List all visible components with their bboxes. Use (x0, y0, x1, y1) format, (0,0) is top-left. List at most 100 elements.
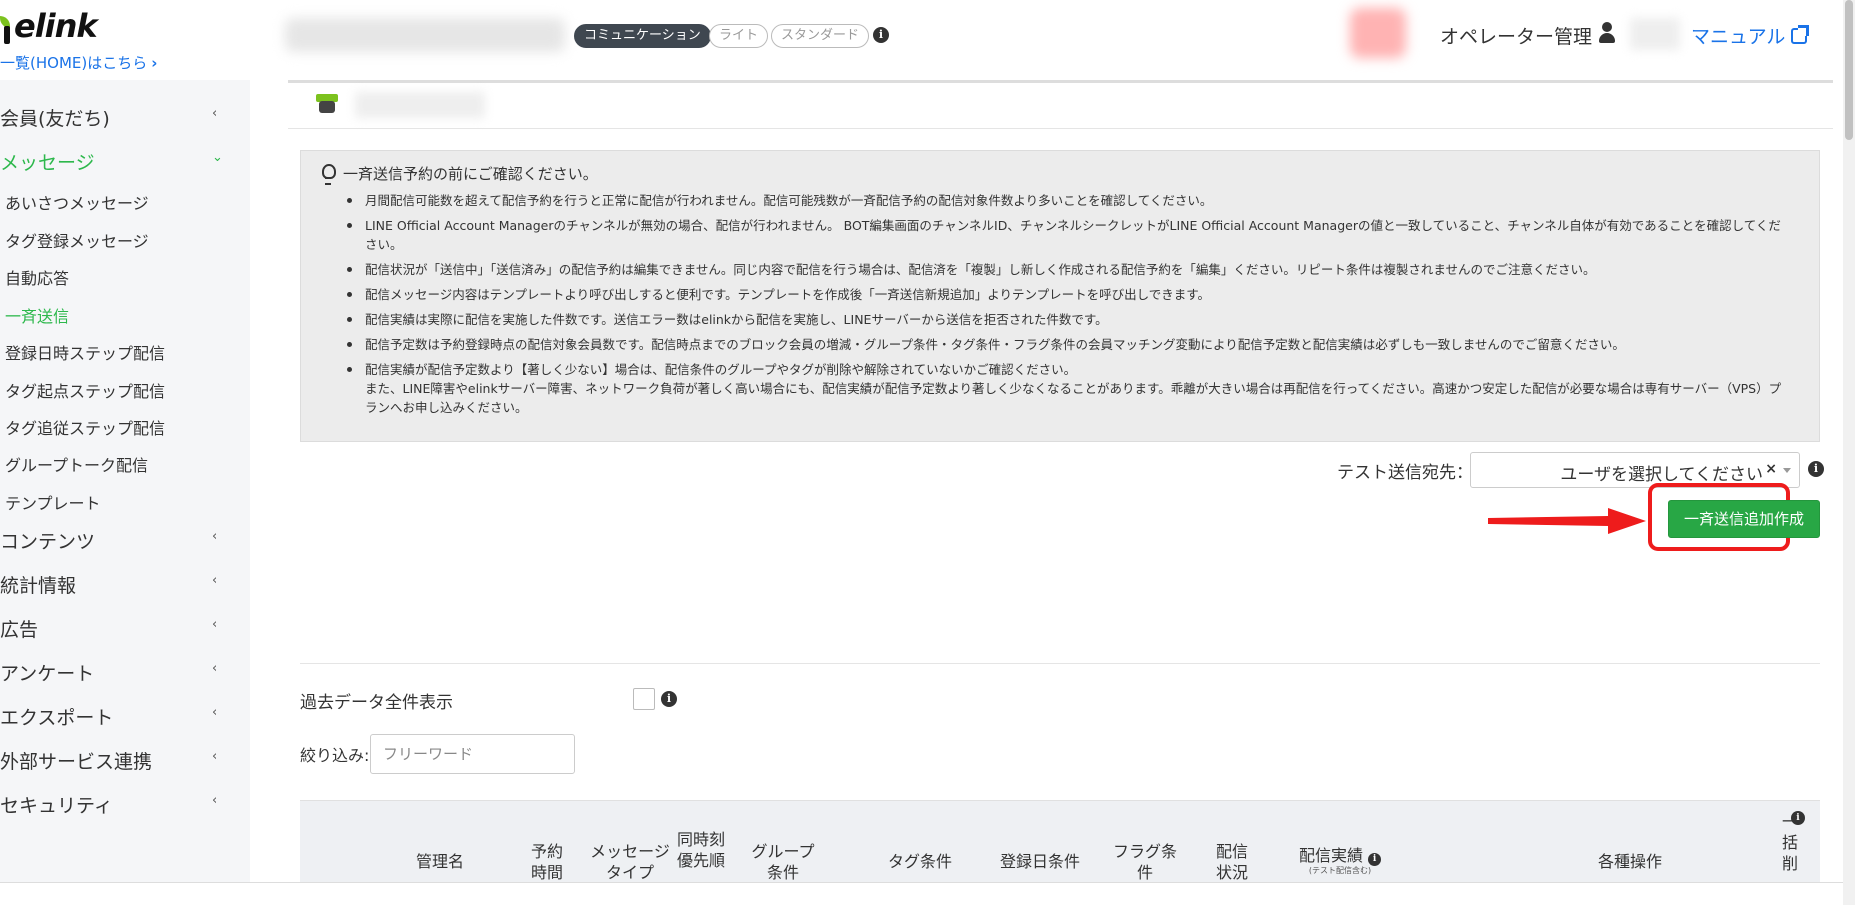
sidebar-subitem-tag-start-step[interactable]: タグ起点ステップ配信 (5, 378, 165, 402)
elink-logo[interactable]: elink (0, 7, 98, 45)
test-send-placeholder: ユーザを選択してください (1560, 465, 1763, 485)
account-name-redacted (285, 18, 565, 52)
sidebar-item-label: 外部サービス連携 (0, 751, 153, 773)
notice-title: 一斉送信予約の前にご確認ください。 (321, 163, 598, 185)
column-header-reservation-time[interactable]: 予約時間 (525, 841, 569, 883)
info-icon[interactable]: i (1791, 811, 1805, 825)
notice-list: 月間配信可能数を超えて配信予約を行うと正常に配信が行われません。配信可能残数が一… (343, 191, 1793, 423)
sidebar-subitem-tag-register[interactable]: タグ登録メッセージ (5, 228, 149, 252)
column-header-registration-condition[interactable]: 登録日条件 (995, 851, 1085, 872)
notice-item: 配信実績は実際に配信を実施した件数です。送信エラー数はelinkから配信を実施し… (343, 310, 1793, 329)
home-link-label: 一覧(HOME)はこちら (0, 54, 148, 72)
logo-text: elink (14, 7, 98, 45)
sidebar-subitem-template[interactable]: テンプレート (5, 490, 101, 514)
sidebar-subitem-auto-reply[interactable]: 自動応答 (5, 265, 69, 289)
main-content: 一斉送信予約の前にご確認ください。 月間配信可能数を超えて配信予約を行うと正常に… (250, 80, 1855, 905)
notice-item: 配信予定数は予約登録時点の配信対象会員数です。配信時点までのブロック会員の増減・… (343, 335, 1793, 354)
column-header-actions[interactable]: 各種操作 (1570, 851, 1690, 872)
annotation-arrow-icon (1488, 508, 1646, 534)
sidebar-item-ads[interactable]: 広告 ‹ (0, 615, 240, 642)
chevron-left-icon: ‹ (212, 749, 218, 764)
notice-item: 配信実績が配信予定数より【著しく少ない】場合は、配信条件のグループやタグが削除や… (343, 360, 1793, 417)
column-header-message-type[interactable]: メッセージタイプ (590, 841, 670, 883)
column-header-name[interactable]: 管理名 (380, 851, 500, 872)
sidebar-item-members[interactable]: 会員(友だち) ‹ (0, 104, 240, 131)
column-header-delivery-status[interactable]: 配信状況 (1210, 841, 1254, 883)
bot-icon (316, 94, 338, 114)
sidebar-subitem-group-talk[interactable]: グループトーク配信 (5, 452, 148, 476)
user-icon[interactable] (1598, 22, 1616, 44)
sidebar-item-survey[interactable]: アンケート ‹ (0, 659, 240, 686)
sidebar-item-external-services[interactable]: 外部サービス連携 ‹ (0, 747, 240, 774)
past-data-checkbox[interactable] (633, 688, 655, 710)
plan-badge-lite: ライト (709, 24, 769, 48)
sidebar-item-label: セキュリティ (0, 795, 113, 817)
notice-item: LINE Official Account Managerのチャンネルが無効の場… (343, 216, 1793, 254)
scrollbar-thumb[interactable] (1845, 0, 1853, 140)
column-header-group-condition[interactable]: グループ条件 (750, 841, 816, 883)
notice-box: 一斉送信予約の前にご確認ください。 月間配信可能数を超えて配信予約を行うと正常に… (300, 150, 1820, 442)
sidebar-subitem-tag-follow-step[interactable]: タグ追従ステップ配信 (5, 415, 165, 439)
column-header-delivery-results[interactable]: 配信実績 i (テスト配信含む) (1280, 845, 1400, 876)
status-redacted (1350, 8, 1406, 58)
info-icon[interactable]: i (661, 691, 677, 707)
chevron-left-icon: ‹ (212, 705, 218, 720)
sidebar-item-contents[interactable]: コンテンツ ‹ (0, 527, 240, 554)
chevron-left-icon: ‹ (212, 617, 218, 632)
sidebar-item-export[interactable]: エクスポート ‹ (0, 703, 240, 730)
sidebar-item-label: コンテンツ (0, 531, 96, 553)
page-scrollbar[interactable] (1843, 0, 1855, 905)
sidebar-subitem-broadcast[interactable]: 一斉送信 (5, 303, 69, 327)
info-icon[interactable]: i (1808, 461, 1824, 477)
divider (288, 80, 1833, 83)
column-header-tag-condition[interactable]: タグ条件 (875, 851, 965, 872)
plan-badge-communication: コミュニケーション (574, 24, 711, 48)
external-link-icon (1791, 25, 1810, 44)
logo-mark-icon (0, 12, 14, 44)
column-header-label: 配信実績 (1298, 846, 1363, 865)
chevron-left-icon: ‹ (212, 106, 218, 121)
sidebar-item-label: 会員(友だち) (0, 108, 110, 130)
notice-item: 月間配信可能数を超えて配信予約を行うと正常に配信が行われません。配信可能残数が一… (343, 191, 1793, 210)
bottom-bar (0, 882, 1855, 905)
add-broadcast-button[interactable]: 一斉送信追加作成 (1668, 500, 1820, 538)
filter-input[interactable] (370, 734, 575, 774)
sidebar-item-security[interactable]: セキュリティ ‹ (0, 791, 240, 818)
sidebar-item-statistics[interactable]: 統計情報 ‹ (0, 571, 240, 598)
clear-icon[interactable]: × (1765, 461, 1777, 477)
info-icon[interactable]: i (873, 27, 889, 43)
sidebar-item-label: メッセージ (0, 152, 95, 174)
sidebar-item-label: エクスポート (0, 707, 114, 729)
sidebar-item-message[interactable]: メッセージ ⌄ (0, 148, 240, 175)
chevron-right-icon: › (151, 54, 158, 72)
info-icon[interactable]: i (1368, 853, 1382, 866)
column-header-priority[interactable]: 同時刻優先順 (675, 829, 727, 871)
past-data-label: 過去データ全件表示 (300, 693, 453, 713)
sidebar-item-label: 広告 (0, 619, 39, 641)
chevron-down-icon: ⌄ (212, 150, 223, 165)
divider (300, 663, 1820, 664)
manual-label: マニュアル (1691, 26, 1786, 48)
sidebar-subitem-greeting[interactable]: あいさつメッセージ (5, 190, 149, 214)
notice-item-line: 配信実績が配信予定数より【著しく少ない】場合は、配信条件のグループやタグが削除や… (365, 362, 1077, 377)
manual-link[interactable]: マニュアル (1691, 22, 1810, 49)
chevron-left-icon: ‹ (212, 529, 218, 544)
sidebar-item-label: アンケート (0, 663, 95, 685)
notice-item: 配信メッセージ内容はテンプレートより呼び出しすると便利です。テンプレートを作成後… (343, 285, 1793, 304)
home-link[interactable]: 一覧(HOME)はこちら › (0, 52, 157, 73)
sidebar-subitem-date-step[interactable]: 登録日時ステップ配信 (5, 340, 165, 364)
sidebar: 会員(友だち) ‹ メッセージ ⌄ あいさつメッセージ タグ登録メッセージ 自動… (0, 80, 250, 905)
notice-title-text: 一斉送信予約の前にご確認ください。 (343, 165, 598, 183)
caret-down-icon (1783, 468, 1791, 473)
header: elink 一覧(HOME)はこちら › コミュニケーション ライト スタンダード… (0, 0, 1855, 80)
bot-name-redacted (355, 92, 485, 118)
test-send-label: テスト送信宛先： (1337, 463, 1473, 483)
column-header-flag-condition[interactable]: フラグ条件 (1110, 841, 1180, 883)
operator-management-link[interactable]: オペレーター管理 (1440, 22, 1592, 49)
lightbulb-icon (321, 164, 336, 185)
plan-badge-standard: スタンダード (771, 24, 870, 48)
user-name-redacted (1630, 18, 1680, 50)
notice-item: 配信状況が「送信中」「送信済み」の配信予約は編集できません。同じ内容で配信を行う… (343, 260, 1793, 279)
sidebar-item-label: 統計情報 (0, 575, 77, 597)
chevron-left-icon: ‹ (212, 661, 218, 676)
